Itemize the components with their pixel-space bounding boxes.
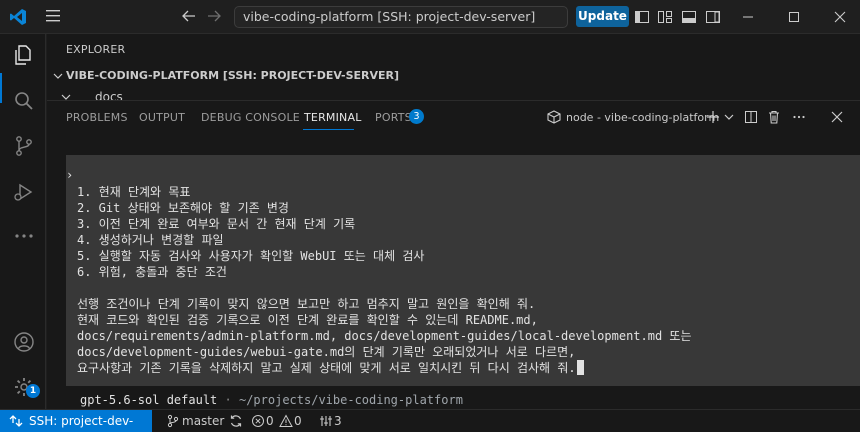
tab-debug-console[interactable]: DEBUG CONSOLE	[201, 111, 300, 124]
terminal-line: 5. 실행할 자동 검사와 사용자가 확인할 WebUI 또는 대체 검사	[77, 249, 425, 263]
split-terminal-icon[interactable]	[743, 109, 759, 125]
terminal-line: 6. 위험, 충돌과 중단 조건	[77, 265, 227, 279]
tab-terminal[interactable]: TERMINAL	[304, 111, 362, 124]
ports-count[interactable]: 3	[334, 410, 342, 432]
terminal-last-line: 요구사항과 기존 기록을 삭제하지 말고 실제 상태에 맞게 서로 일치시킨 뒤…	[77, 360, 584, 376]
terminal-shell-icon	[547, 110, 561, 124]
chevron-down-icon[interactable]	[53, 71, 63, 81]
error-icon[interactable]	[251, 414, 265, 428]
run-and-debug-icon[interactable]	[12, 180, 36, 204]
terminal-line: docs/development-guides/webui-gate.md의 단…	[77, 345, 576, 359]
tab-ports[interactable]: PORTS	[375, 111, 412, 124]
remote-indicator[interactable]: SSH: project-dev-server	[0, 410, 152, 432]
tab-problems[interactable]: PROBLEMS	[66, 111, 128, 124]
chevron-down-icon[interactable]	[721, 109, 737, 125]
workspace-root-folder[interactable]: VIBE-CODING-PLATFORM [SSH: PROJECT-DEV-S…	[66, 69, 399, 82]
toggle-primary-sidebar-icon[interactable]	[634, 9, 650, 25]
toggle-secondary-sidebar-icon[interactable]	[705, 9, 721, 25]
terminal-line: 선행 조건이나 단계 기록이 맞지 않으면 보고만 하고 멈추지 말고 원인을 …	[77, 297, 536, 311]
accounts-badge: 1	[26, 384, 40, 398]
active-tab-indicator	[303, 129, 354, 130]
maximize-icon[interactable]	[786, 9, 802, 25]
sync-icon[interactable]	[229, 414, 243, 428]
terminal-prompt-chevron: ›	[66, 168, 74, 182]
more-actions-icon[interactable]	[791, 109, 807, 125]
remote-connection-icon	[9, 415, 23, 427]
branch-icon[interactable]	[166, 414, 180, 428]
status-bar: SSH: project-dev-server master 0 0 3	[0, 409, 860, 432]
ports-count-badge: 3	[409, 109, 424, 124]
terminal-line: 1. 현재 단계와 목표	[77, 185, 191, 199]
terminal-line: 현재 코드와 확인된 검증 기록으로 이전 단계 완료를 확인할 수 있는데 R…	[77, 313, 538, 327]
terminal-line: 2. Git 상태와 보존해야 할 기존 변경	[77, 201, 289, 215]
ports-forwarded-icon[interactable]	[319, 414, 333, 428]
warning-icon[interactable]	[279, 414, 293, 428]
branch-name[interactable]: master	[182, 410, 224, 432]
explorer-files-icon[interactable]	[12, 43, 36, 67]
customize-layout-icon[interactable]	[657, 9, 673, 25]
command-center-search[interactable]: vibe-coding-platform [SSH: project-dev-s…	[234, 6, 568, 28]
warning-count[interactable]: 0	[294, 410, 302, 432]
terminal-status-line: gpt-5.6-sol default · ~/projects/vibe-co…	[80, 393, 463, 407]
terminal-line: 요구사항과 기존 기록을 삭제하지 말고 실제 상태에 맞게 서로 일치시킨 뒤…	[77, 361, 576, 375]
terminal-line: 3. 이전 단계 완료 여부와 문서 간 현재 단계 기록	[77, 217, 356, 231]
terminal-cursor	[576, 360, 584, 375]
model-name: gpt-5.6-sol default	[80, 393, 218, 407]
forward-arrow-icon[interactable]	[206, 8, 222, 24]
source-control-icon[interactable]	[12, 134, 36, 158]
kill-terminal-trash-icon[interactable]	[766, 109, 782, 125]
new-terminal-plus-icon[interactable]	[705, 109, 721, 125]
explorer-sidebar: EXPLORER VIBE-CODING-PLATFORM [SSH: PROJ…	[47, 34, 860, 104]
title-bar: vibe-coding-platform [SSH: project-dev-s…	[0, 0, 860, 34]
working-directory: ~/projects/vibe-coding-platform	[238, 393, 463, 407]
vscode-logo-icon	[10, 9, 26, 25]
accounts-icon[interactable]	[12, 330, 36, 354]
terminal-line: 4. 생성하거나 변경할 파일	[77, 233, 224, 247]
update-button[interactable]: Update	[576, 6, 629, 27]
toggle-panel-icon[interactable]	[681, 9, 697, 25]
tab-output[interactable]: OUTPUT	[139, 111, 185, 124]
activity-bar	[0, 34, 46, 409]
error-count[interactable]: 0	[266, 410, 274, 432]
separator: ·	[217, 393, 239, 407]
more-views-icon[interactable]	[12, 224, 36, 248]
close-panel-icon[interactable]	[829, 109, 845, 125]
menu-icon[interactable]	[46, 10, 60, 22]
back-arrow-icon[interactable]	[181, 8, 197, 24]
active-view-indicator	[0, 73, 2, 103]
remote-label: SSH: project-dev-server	[29, 414, 134, 428]
explorer-title: EXPLORER	[66, 43, 126, 56]
search-icon[interactable]	[12, 89, 36, 113]
minimize-icon[interactable]	[740, 9, 756, 25]
terminal-line: docs/requirements/admin-platform.md, doc…	[77, 329, 692, 343]
close-window-icon[interactable]	[832, 9, 848, 25]
terminal-instance-name[interactable]: node - vibe-coding-platform	[566, 111, 719, 124]
